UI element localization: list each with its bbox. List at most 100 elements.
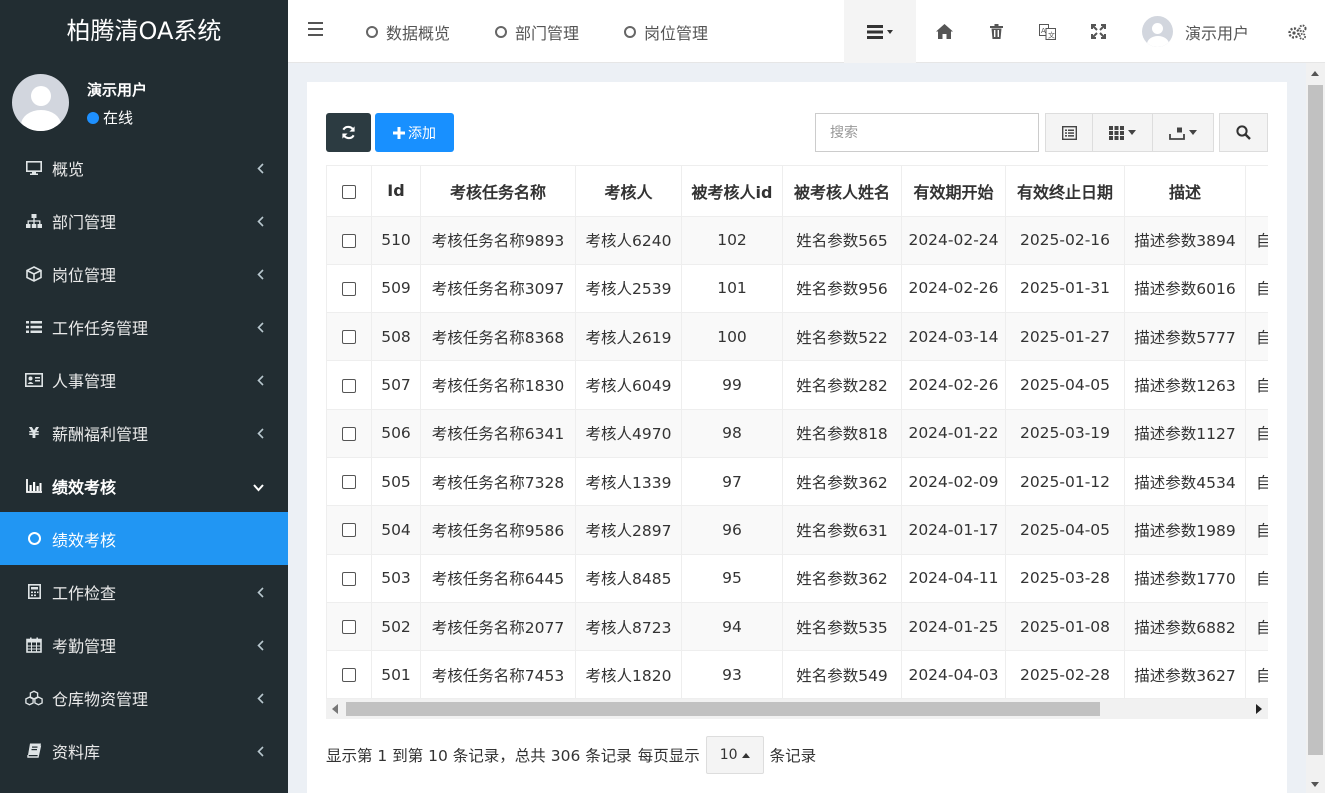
search-input[interactable] xyxy=(815,113,1039,152)
sidebar-item[interactable]: 概览 xyxy=(0,141,288,194)
sidebar-item[interactable]: 人事管理 xyxy=(0,353,288,406)
top-user-menu[interactable]: 演示用户 xyxy=(1142,16,1249,47)
table-row[interactable]: 502 考核任务名称2077 考核人8723 94 姓名参数535 2024-01-25 2… xyxy=(326,602,1268,652)
menu-toggle-icon[interactable] xyxy=(308,22,323,38)
table-cell: 考核任务名称2077 xyxy=(420,602,576,652)
row-checkbox[interactable] xyxy=(342,233,356,248)
table-cell: 姓名参数282 xyxy=(782,360,902,410)
user-status-label: 在线 xyxy=(103,109,134,127)
table-cell: 考核任务名称6445 xyxy=(420,554,576,603)
scroll-up-icon[interactable] xyxy=(1311,71,1319,76)
column-header[interactable]: 考核任务名称 xyxy=(420,166,576,217)
sidebar-item-label: 概览 xyxy=(52,159,85,179)
column-header[interactable]: 被考核人姓名 xyxy=(782,166,902,217)
table-header-row: Id考核任务名称考核人被考核人id被考核人姓名有效期开始有效终止日期描述自 xyxy=(326,166,1268,217)
sidebar-item[interactable]: 绩效考核 xyxy=(0,512,288,565)
table-cell: 考核人2539 xyxy=(575,264,682,314)
select-all-checkbox[interactable] xyxy=(342,184,356,199)
column-header[interactable]: 自 xyxy=(1245,166,1268,217)
translate-icon[interactable]: A文 xyxy=(1036,0,1058,63)
sidebar-item-label: 绩效考核 xyxy=(52,477,117,497)
trash-icon[interactable] xyxy=(986,0,1006,63)
table-row[interactable]: 510 考核任务名称9893 考核人6240 102 姓名参数565 2024-02-24… xyxy=(326,216,1268,265)
add-button[interactable]: 添加 xyxy=(375,113,454,152)
sidebar-item[interactable]: 绩效考核 xyxy=(0,459,288,512)
row-checkbox[interactable] xyxy=(342,571,356,586)
search-button[interactable] xyxy=(1219,113,1268,152)
table-row[interactable]: 509 考核任务名称3097 考核人2539 101 姓名参数956 2024-02-26… xyxy=(326,264,1268,314)
table-row[interactable]: 503 考核任务名称6445 考核人8485 95 姓名参数362 2024-04-11 2… xyxy=(326,554,1268,603)
table-row[interactable]: 506 考核任务名称6341 考核人4970 98 姓名参数818 2024-01-22 2… xyxy=(326,409,1268,458)
table-cell: 2025-03-19 xyxy=(1005,409,1125,458)
row-checkbox[interactable] xyxy=(342,378,356,393)
table-row[interactable]: 507 考核任务名称1830 考核人6049 99 姓名参数282 2024-02-26 2… xyxy=(326,360,1268,410)
chevron-left-icon xyxy=(257,268,264,284)
tab-department[interactable]: 部门管理 xyxy=(495,0,579,63)
gears-icon[interactable] xyxy=(1286,0,1308,63)
chevron-left-icon xyxy=(257,215,264,231)
row-checkbox[interactable] xyxy=(342,330,356,345)
table-row[interactable]: 505 考核任务名称7328 考核人1339 97 姓名参数362 2024-02-09 2… xyxy=(326,457,1268,507)
scroll-left-icon[interactable] xyxy=(332,704,338,714)
sidebar-item[interactable]: 工作任务管理 xyxy=(0,300,288,353)
user-panel: 演示用户 在线 xyxy=(0,63,288,141)
column-header[interactable]: 有效期开始 xyxy=(901,166,1006,217)
page-vertical-scrollbar[interactable] xyxy=(1306,63,1325,793)
table-row[interactable]: 508 考核任务名称8368 考核人2619 100 姓名参数522 2024-03-14… xyxy=(326,312,1268,362)
toggle-view-button[interactable] xyxy=(1045,113,1093,152)
columns-dropdown-button[interactable] xyxy=(1092,113,1153,152)
table-cell: 描述参数4534 xyxy=(1124,457,1246,507)
sidebar-item[interactable]: 资料库 xyxy=(0,724,288,777)
sidebar-item-label: 岗位管理 xyxy=(52,265,117,285)
page-size-dropdown[interactable]: 10 xyxy=(705,736,764,774)
row-checkbox[interactable] xyxy=(342,523,356,538)
table-cell: 考核人2619 xyxy=(575,312,682,362)
tab-position[interactable]: 岗位管理 xyxy=(624,0,708,63)
tab-data-overview[interactable]: 数据概览 xyxy=(366,0,450,63)
scrollbar-thumb[interactable] xyxy=(346,702,1100,716)
table-cell: 描述参数6016 xyxy=(1124,264,1246,314)
scrollbar-thumb[interactable] xyxy=(1308,85,1323,755)
table-row[interactable]: 501 考核任务名称7453 考核人1820 93 姓名参数549 2024-04-03 2… xyxy=(326,650,1268,699)
sidebar-item[interactable]: ¥ 薪酬福利管理 xyxy=(0,406,288,459)
scroll-down-icon[interactable] xyxy=(1311,782,1319,787)
table-cell: 2025-01-12 xyxy=(1005,457,1125,507)
table-cell: 姓名参数565 xyxy=(782,216,902,265)
sidebar-item[interactable]: 考勤管理 xyxy=(0,618,288,671)
app-title[interactable]: 柏腾清OA系统 xyxy=(0,0,288,63)
pagination-info: 显示第 1 到第 10 条记录，总共 306 条记录 每页显示 10 条记录 xyxy=(326,736,816,774)
export-dropdown-button[interactable] xyxy=(1152,113,1214,152)
row-checkbox[interactable] xyxy=(342,668,356,683)
column-header[interactable]: 被考核人id xyxy=(681,166,783,217)
column-header[interactable]: Id xyxy=(371,166,421,217)
row-checkbox[interactable] xyxy=(342,620,356,635)
sidebar-item[interactable]: 岗位管理 xyxy=(0,247,288,300)
row-checkbox[interactable] xyxy=(342,281,356,296)
table-cell: 考核人4970 xyxy=(575,409,682,458)
table-cell: 自 xyxy=(1245,554,1268,603)
topbar: 数据概览 部门管理 岗位管理 A文 演示用户 xyxy=(288,0,1325,63)
refresh-button[interactable] xyxy=(326,113,371,152)
th-icon xyxy=(1109,125,1124,140)
row-select-cell xyxy=(326,602,372,652)
table-cell: 507 xyxy=(371,360,421,410)
table-cell: 504 xyxy=(371,505,421,555)
column-header[interactable]: 有效终止日期 xyxy=(1005,166,1125,217)
horizontal-scrollbar[interactable] xyxy=(326,699,1268,719)
scroll-right-icon[interactable] xyxy=(1256,704,1262,714)
sidebar-item[interactable]: 工作检查 xyxy=(0,565,288,618)
home-icon[interactable] xyxy=(932,0,956,63)
column-header[interactable]: 考核人 xyxy=(575,166,682,217)
tabs-dropdown-button[interactable] xyxy=(844,0,916,63)
chevron-left-icon xyxy=(257,427,264,443)
column-header[interactable]: 描述 xyxy=(1124,166,1246,217)
table-cell: 2025-04-05 xyxy=(1005,360,1125,410)
chevron-left-icon xyxy=(257,586,264,602)
sidebar-item[interactable]: 部门管理 xyxy=(0,194,288,247)
fullscreen-icon[interactable] xyxy=(1088,0,1108,63)
row-checkbox[interactable] xyxy=(342,426,356,441)
table-row[interactable]: 504 考核任务名称9586 考核人2897 96 姓名参数631 2024-01-17 2… xyxy=(326,505,1268,555)
sidebar-item[interactable]: 仓库物资管理 xyxy=(0,671,288,724)
chevron-left-icon xyxy=(257,374,264,390)
row-checkbox[interactable] xyxy=(342,475,356,490)
